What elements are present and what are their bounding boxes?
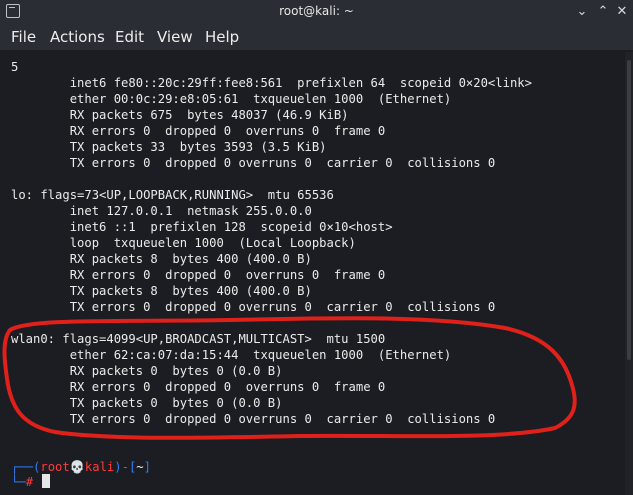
minimize-button[interactable]: ⌄ [575,4,589,20]
window-title: root@kali: ~ [279,4,354,18]
prompt-line-2: └─# [11,474,33,490]
terminal-line: RX errors 0 dropped 0 overruns 0 frame 0 [11,268,386,282]
menu-actions[interactable]: Actions [50,28,105,46]
terminal-line: RX packets 0 bytes 0 (0.0 B) [11,364,283,378]
menu-view[interactable]: View [157,28,193,46]
terminal-line: TX packets 0 bytes 0 (0.0 B) [11,396,283,410]
menu-bar: File Actions Edit View Help [0,24,633,51]
terminal-line: 5 [11,60,19,74]
prompt-frame-bottom: └─ [11,475,26,489]
terminal-cursor [42,474,50,488]
prompt-frame-close: ] [143,460,151,474]
prompt-frame-mid: )-[ [114,460,137,474]
prompt-frame-open: ┌──( [11,460,41,474]
terminal-line: inet6 fe80::20c:29ff:fee8:561 prefixlen … [11,76,532,90]
close-button[interactable]: ✕ [615,4,629,20]
terminal-line: RX packets 8 bytes 400 (400.0 B) [11,252,312,266]
terminal-line: TX packets 8 bytes 400 (400.0 B) [11,284,312,298]
terminal-line: RX packets 675 bytes 48037 (46.9 KiB) [11,108,349,122]
prompt-symbol: # [25,475,34,489]
menu-edit[interactable]: Edit [115,28,144,46]
terminal-line: TX packets 33 bytes 3593 (3.5 KiB) [11,140,327,154]
terminal-line: ether 00:0c:29:e8:05:61 txqueuelen 1000 … [11,92,452,106]
terminal-line: TX errors 0 dropped 0 overruns 0 carrier… [11,412,496,426]
maximize-button[interactable]: ⌃ [596,4,610,20]
terminal-line: ether 62:ca:07:da:15:44 txqueuelen 1000 … [11,348,452,362]
title-bar: root@kali: ~ ⌄ ⌃ ✕ [0,0,633,24]
menu-help[interactable]: Help [205,28,239,46]
skull-icon: 💀 [69,460,85,474]
terminal-line: inet 127.0.0.1 netmask 255.0.0.0 [11,204,312,218]
prompt-host: kali [84,460,115,474]
terminal-line: TX errors 0 dropped 0 overruns 0 carrier… [11,300,496,314]
prompt-directory: ~ [136,460,144,474]
terminal-line: wlan0: flags=4099<UP,BROADCAST,MULTICAST… [11,332,386,346]
prompt-line-1: ┌──(root💀kali)-[~] [11,459,151,475]
terminal-line: RX errors 0 dropped 0 overruns 0 frame 0 [11,124,386,138]
terminal-line: loop txqueuelen 1000 (Local Loopback) [11,236,356,250]
terminal-line: TX errors 0 dropped 0 overruns 0 carrier… [11,156,496,170]
prompt-user: root [40,460,70,474]
terminal-line: inet6 ::1 prefixlen 128 scopeid 0×10<hos… [11,220,393,234]
terminal-line: lo: flags=73<UP,LOOPBACK,RUNNING> mtu 65… [11,188,334,202]
menu-file[interactable]: File [11,28,36,46]
scrollbar-thumb[interactable] [627,60,631,360]
terminal-line: RX errors 0 dropped 0 overruns 0 frame 0 [11,380,386,394]
